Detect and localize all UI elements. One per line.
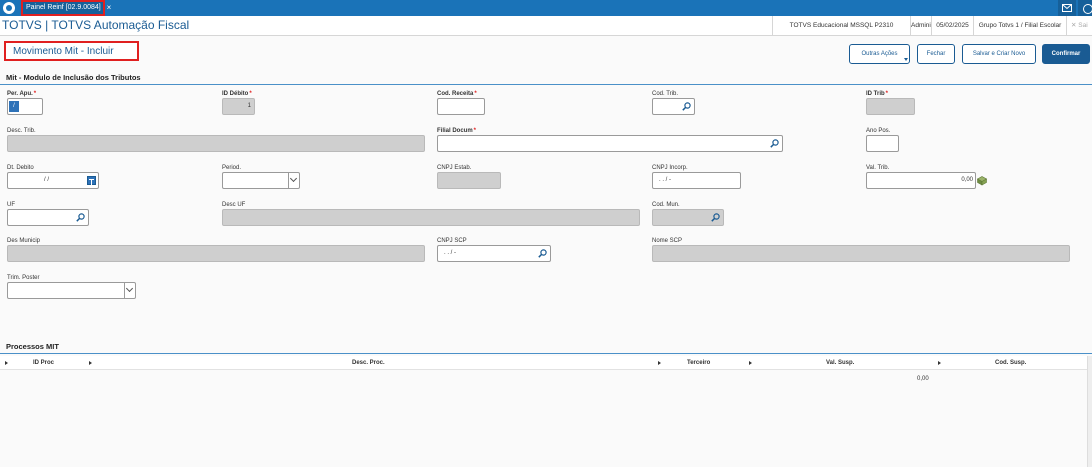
cnpj-incorp-input[interactable]: . . / - xyxy=(652,172,741,189)
column-arrow-icon[interactable] xyxy=(5,361,8,365)
exit-button[interactable]: ✕ Sai xyxy=(1066,16,1092,36)
trim-poster-label: Trim. Poster xyxy=(7,275,40,281)
nome-scp-input xyxy=(652,245,1070,262)
page-title: Movimento Mit - Incluir xyxy=(4,41,139,61)
des-municip-input xyxy=(7,245,425,262)
chevron-down-icon xyxy=(124,283,135,298)
section-divider xyxy=(0,84,1092,85)
val-trib-value: 0,00 xyxy=(961,177,973,183)
cnpj-incorp-label: CNPJ Incorp. xyxy=(652,165,688,171)
column-header-terceiro[interactable]: Terceiro xyxy=(687,356,710,370)
search-icon[interactable] xyxy=(770,139,779,148)
id-trib-input xyxy=(866,98,915,115)
ano-pos-label: Ano Pos. xyxy=(866,128,891,134)
column-arrow-icon[interactable] xyxy=(89,361,92,365)
id-debito-value: 1 xyxy=(247,103,251,109)
id-debito-input: 1 xyxy=(222,98,255,115)
column-header-cod-susp[interactable]: Cod. Susp. xyxy=(995,356,1026,370)
dt-debito-label: Dt. Debito xyxy=(7,165,34,171)
search-icon[interactable] xyxy=(682,102,691,111)
caret-down-icon xyxy=(904,58,908,61)
app-tab-painel-reinf[interactable]: Painel Reinf [02.9.0084] xyxy=(21,0,105,16)
cnpj-estab-input xyxy=(437,172,501,189)
cnpj-incorp-value: . . / - xyxy=(659,177,671,183)
search-icon[interactable] xyxy=(711,213,720,222)
filial-docum-label: Filial Docum* xyxy=(437,128,477,134)
desc-trib-input xyxy=(7,135,425,152)
app-title: TOTVS | TOTVS Automação Fiscal xyxy=(2,18,190,32)
desc-trib-label: Desc. Trib. xyxy=(7,128,36,134)
desc-uf-label: Desc UF xyxy=(222,202,246,208)
cnpj-scp-input[interactable]: . . / - xyxy=(437,245,551,262)
val-trib-label: Val. Trib. xyxy=(866,165,890,171)
outras-acoes-label: Outras Ações xyxy=(861,51,898,57)
grid-scrollbar[interactable] xyxy=(1087,356,1092,467)
cnpj-scp-value: . . / - xyxy=(444,250,456,256)
title-bar: TOTVS | TOTVS Automação Fiscal TOTVS Edu… xyxy=(0,16,1092,36)
column-arrow-icon[interactable] xyxy=(658,361,661,365)
top-bar: Painel Reinf [02.9.0084] × xyxy=(0,0,1092,16)
exit-label: Sai xyxy=(1078,22,1088,29)
tab-close-icon[interactable]: × xyxy=(105,3,113,13)
des-municip-label: Des Municip xyxy=(7,238,41,244)
outras-acoes-button[interactable]: Outras Ações xyxy=(849,44,910,64)
uf-input[interactable] xyxy=(7,209,89,226)
company-info[interactable]: TOTVS Educacional MSSQL P2310 xyxy=(772,16,910,36)
cnpj-estab-label: CNPJ Estab. xyxy=(437,165,472,171)
column-header-desc-proc[interactable]: Desc. Proc. xyxy=(352,356,385,370)
cod-receita-label: Cod. Receita* xyxy=(437,91,477,97)
chevron-down-icon xyxy=(288,173,299,188)
salvar-criar-novo-button[interactable]: Salvar e Criar Novo xyxy=(962,44,1036,64)
id-debito-label: ID Débito* xyxy=(222,91,252,97)
section-title-mit: Mit - Modulo de Inclusão dos Tributos xyxy=(6,73,141,82)
cod-receita-input[interactable] xyxy=(437,98,485,115)
uf-label: UF xyxy=(7,202,15,208)
table-row-val-susp: 0,00 xyxy=(917,376,929,382)
per-apu-value: / xyxy=(9,101,19,112)
column-header-id-proc[interactable]: ID Proc xyxy=(33,356,54,370)
per-apu-label: Per. Apu.* xyxy=(7,91,37,97)
desc-uf-input xyxy=(222,209,640,226)
cod-trib-input[interactable] xyxy=(652,98,695,115)
search-icon[interactable] xyxy=(76,213,85,222)
date-info[interactable]: 05/02/2025 xyxy=(931,16,973,36)
id-trib-label: ID Trib* xyxy=(866,91,889,97)
fechar-button[interactable]: Fechar xyxy=(917,44,955,64)
mail-icon xyxy=(1062,4,1072,12)
search-icon[interactable] xyxy=(538,249,547,258)
section-divider xyxy=(0,353,1092,354)
cod-trib-label: Cod. Trib. xyxy=(652,91,679,97)
nome-scp-label: Nome SCP xyxy=(652,238,683,244)
section-title-processos: Processos MIT xyxy=(6,342,59,351)
dt-debito-value: / / xyxy=(44,177,50,183)
val-trib-input[interactable]: 0,00 xyxy=(866,172,976,189)
calculator-icon[interactable] xyxy=(977,176,987,186)
ano-pos-input[interactable] xyxy=(866,135,899,152)
per-apu-input[interactable]: / xyxy=(7,98,43,115)
mail-button[interactable] xyxy=(1058,0,1076,16)
column-arrow-icon[interactable] xyxy=(938,361,941,365)
totvs-logo-icon[interactable] xyxy=(3,2,15,14)
cod-mun-label: Cod. Mun. xyxy=(652,202,680,208)
filial-docum-input[interactable] xyxy=(437,135,783,152)
period-label: Period. xyxy=(222,165,242,171)
user-info[interactable]: Administrador xyxy=(910,16,931,36)
cod-mun-input[interactable] xyxy=(652,209,724,226)
grid-header: ID Proc Desc. Proc. Terceiro Val. Susp. … xyxy=(0,356,1092,370)
column-arrow-icon[interactable] xyxy=(749,361,752,365)
calendar-icon[interactable] xyxy=(87,176,96,186)
page-title-text: Movimento Mit - Incluir xyxy=(13,46,114,57)
branch-info[interactable]: Grupo Totvs 1 / Filial Escolar xyxy=(973,16,1066,36)
dt-debito-input[interactable]: / / xyxy=(7,172,99,189)
cnpj-scp-label: CNPJ SCP xyxy=(437,238,467,244)
trim-poster-select[interactable] xyxy=(7,282,136,299)
period-select[interactable] xyxy=(222,172,300,189)
user-icon[interactable] xyxy=(1078,0,1092,16)
column-header-val-susp[interactable]: Val. Susp. xyxy=(826,356,854,370)
confirmar-button[interactable]: Confirmar xyxy=(1042,44,1090,64)
